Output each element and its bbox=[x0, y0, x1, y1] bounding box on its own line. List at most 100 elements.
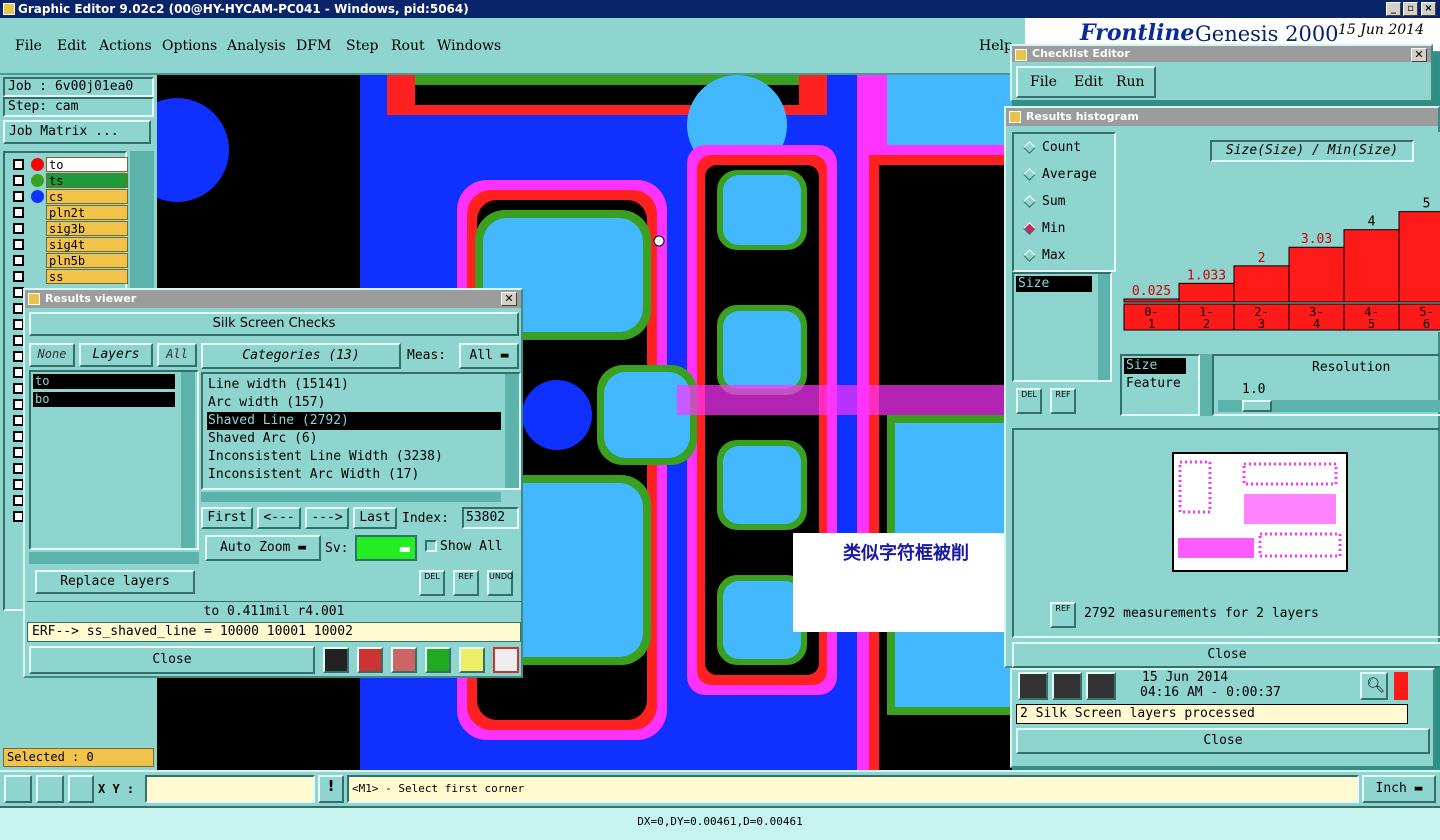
snap-icon[interactable] bbox=[68, 775, 94, 803]
hist-ref-button[interactable]: REF bbox=[1050, 388, 1076, 414]
layers-none-button[interactable]: None bbox=[29, 343, 75, 367]
notes-icon[interactable] bbox=[459, 647, 485, 673]
mode-radio-sum[interactable]: Sum bbox=[1022, 192, 1065, 212]
meas-dropdown[interactable]: All ▬ bbox=[459, 343, 519, 369]
restore-button[interactable]: ▫ bbox=[1403, 2, 1418, 16]
layer-checkbox[interactable] bbox=[13, 175, 24, 186]
measure-list-item[interactable]: Size bbox=[1016, 276, 1092, 292]
layer-name[interactable]: pln2t bbox=[46, 205, 128, 220]
menu-help[interactable]: Help bbox=[979, 38, 1013, 54]
first-button[interactable]: First bbox=[201, 507, 253, 529]
hist-del-button[interactable]: DEL bbox=[1016, 388, 1042, 414]
menu-rout[interactable]: Rout bbox=[391, 38, 425, 54]
resolution-slider[interactable] bbox=[1218, 400, 1440, 412]
mode-radio-count[interactable]: Count bbox=[1022, 138, 1081, 158]
layers-all-button[interactable]: All bbox=[157, 343, 197, 367]
layers-button[interactable]: Layers bbox=[79, 343, 153, 367]
xaxis-list-scrollbar[interactable] bbox=[1200, 354, 1212, 416]
category-scrollbar[interactable] bbox=[505, 374, 519, 488]
layer-checkbox[interactable] bbox=[13, 191, 24, 202]
layer-row[interactable]: pln5b bbox=[13, 253, 129, 268]
hist-ref2-button[interactable]: REF bbox=[1050, 602, 1076, 628]
mode-radio-max[interactable]: Max bbox=[1022, 246, 1065, 266]
measure-icon[interactable] bbox=[36, 775, 64, 803]
layer-name[interactable]: sig3b bbox=[46, 221, 128, 236]
categories-button[interactable]: Categories (13) bbox=[201, 343, 401, 369]
layer-row[interactable]: sig3b bbox=[13, 221, 129, 236]
units-dropdown[interactable]: Inch ▬ bbox=[1362, 775, 1436, 803]
layer-name[interactable]: ss bbox=[46, 269, 128, 284]
menu-analysis[interactable]: Analysis bbox=[227, 38, 286, 54]
sv-color-dropdown[interactable]: ▬ bbox=[355, 535, 417, 561]
xaxis-list-item[interactable]: Size bbox=[1124, 358, 1186, 374]
layer-row[interactable]: pln2t bbox=[13, 205, 129, 220]
category-item[interactable]: Shaved Line (2792) bbox=[207, 412, 501, 430]
index-input[interactable]: 53802 bbox=[462, 507, 519, 529]
xy-input[interactable] bbox=[145, 775, 315, 803]
prev-button[interactable]: <--- bbox=[257, 507, 301, 529]
mode-radio-average[interactable]: Average bbox=[1022, 165, 1097, 185]
category-item[interactable]: Shaved Arc (6) bbox=[207, 430, 501, 448]
menu-actions[interactable]: Actions bbox=[99, 38, 152, 54]
checklist-menu-run[interactable]: Run bbox=[1116, 74, 1145, 90]
layer-name[interactable]: sig4t bbox=[46, 237, 128, 252]
auto-zoom-button[interactable]: Auto Zoom ▬ bbox=[205, 535, 321, 561]
layer-checkbox[interactable] bbox=[13, 223, 24, 234]
histogram-close-button[interactable]: Close bbox=[1012, 642, 1440, 668]
layer-name[interactable]: cs bbox=[46, 189, 128, 204]
layer-checkbox[interactable] bbox=[13, 207, 24, 218]
layer-checkbox[interactable] bbox=[13, 239, 24, 250]
run-icon[interactable] bbox=[1018, 672, 1048, 700]
layer-list-hscroll[interactable] bbox=[29, 552, 199, 564]
ref-button[interactable]: REF bbox=[453, 570, 479, 596]
category-item[interactable]: Inconsistent Arc Width (17) bbox=[207, 466, 501, 484]
result-layer-item[interactable]: bo bbox=[33, 392, 175, 407]
layer-checkbox[interactable] bbox=[13, 159, 24, 170]
category-item[interactable]: Inconsistent Line Width (3238) bbox=[207, 448, 501, 466]
last-button[interactable]: Last bbox=[353, 507, 397, 529]
layer-list-scrollbar[interactable] bbox=[181, 372, 195, 548]
layer-row[interactable]: ts bbox=[13, 173, 129, 188]
close-icon[interactable]: ✕ bbox=[501, 292, 517, 306]
category-item[interactable]: Line width (15141) bbox=[207, 376, 501, 394]
menu-windows[interactable]: Windows bbox=[437, 38, 501, 54]
zoom-icon[interactable]: 🔍︎ bbox=[1360, 672, 1388, 700]
alert-icon[interactable]: ! bbox=[318, 775, 344, 803]
calendar-icon[interactable] bbox=[425, 647, 451, 673]
export-icon[interactable] bbox=[357, 647, 383, 673]
layer-row[interactable]: cs bbox=[13, 189, 129, 204]
layer-row[interactable]: to bbox=[13, 157, 129, 172]
layer-name[interactable]: ts bbox=[46, 173, 128, 188]
replace-layers-button[interactable]: Replace layers bbox=[35, 570, 195, 594]
checklist-menu-edit[interactable]: Edit bbox=[1074, 74, 1103, 90]
del-button[interactable]: DEL bbox=[419, 570, 445, 596]
menu-edit[interactable]: Edit bbox=[57, 38, 86, 54]
run-all-icon[interactable] bbox=[1052, 672, 1082, 700]
stop-icon[interactable] bbox=[1086, 672, 1116, 700]
menu-dfm[interactable]: DFM bbox=[296, 38, 331, 54]
layer-checkbox[interactable] bbox=[13, 255, 24, 266]
menu-options[interactable]: Options bbox=[162, 38, 217, 54]
menu-file[interactable]: File bbox=[15, 38, 42, 54]
result-layer-item[interactable]: to bbox=[33, 374, 175, 389]
histogram-icon[interactable] bbox=[493, 647, 519, 673]
mode-radio-min[interactable]: Min bbox=[1022, 219, 1065, 239]
category-hscroll[interactable] bbox=[201, 492, 501, 502]
checklist-menu-file[interactable]: File bbox=[1030, 74, 1057, 90]
layer-row[interactable]: sig4t bbox=[13, 237, 129, 252]
close-window-button[interactable]: × bbox=[1421, 2, 1436, 16]
checklist-close-button[interactable]: Close bbox=[1016, 728, 1430, 754]
layer-row[interactable]: ss bbox=[13, 269, 129, 284]
menu-step[interactable]: Step bbox=[346, 38, 378, 54]
undo-button[interactable]: UNDO bbox=[487, 570, 513, 596]
show-all-checkbox[interactable] bbox=[425, 540, 437, 552]
next-button[interactable]: ---> bbox=[305, 507, 349, 529]
resolution-slider-thumb[interactable] bbox=[1242, 400, 1272, 412]
measure-list-scrollbar[interactable] bbox=[1098, 274, 1110, 380]
category-item[interactable]: Arc width (157) bbox=[207, 394, 501, 412]
zoom-box-icon[interactable] bbox=[4, 775, 32, 803]
layer-name[interactable]: to bbox=[46, 157, 128, 172]
job-matrix-button[interactable]: Job Matrix ... bbox=[3, 120, 151, 144]
xaxis-list-item[interactable]: Feature bbox=[1126, 376, 1181, 391]
layer-name[interactable]: pln5b bbox=[46, 253, 128, 268]
